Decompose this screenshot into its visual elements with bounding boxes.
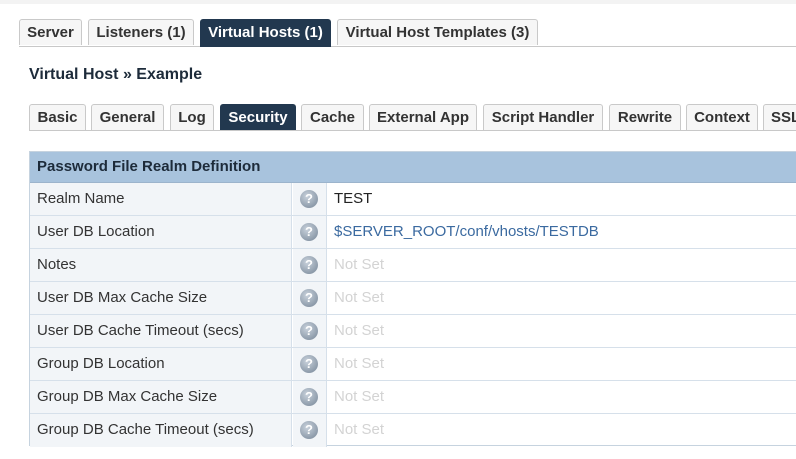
table-row: User DB Max Cache Size ? Not Set — [30, 282, 796, 315]
field-label: Notes — [30, 249, 292, 281]
help-cell: ? — [293, 249, 327, 281]
tab-rewrite[interactable]: Rewrite — [609, 104, 681, 130]
field-label: User DB Max Cache Size — [30, 282, 292, 314]
tab-server[interactable]: Server — [19, 19, 82, 45]
tab-script-handler[interactable]: Script Handler — [483, 104, 603, 130]
sub-tab-bar: Basic General Log Security Cache Externa… — [29, 104, 796, 131]
help-cell: ? — [293, 183, 327, 215]
field-value: Not Set — [334, 256, 385, 273]
tab-context[interactable]: Context — [686, 104, 758, 130]
field-value-link[interactable]: $SERVER_ROOT/conf/vhosts/TESTDB — [334, 216, 599, 248]
field-label: Group DB Location — [30, 348, 292, 380]
panel-title: Password File Realm Definition — [30, 152, 796, 183]
help-cell: ? — [293, 414, 327, 447]
help-cell: ? — [293, 381, 327, 413]
help-cell: ? — [293, 216, 327, 248]
password-file-realm-panel: Password File Realm Definition Realm Nam… — [29, 151, 796, 447]
help-icon[interactable]: ? — [300, 355, 318, 373]
table-row: Group DB Max Cache Size ? Not Set — [30, 381, 796, 414]
field-value: Not Set — [334, 289, 385, 306]
field-label: User DB Location — [30, 216, 292, 248]
tab-virtual-hosts[interactable]: Virtual Hosts (1) — [200, 19, 331, 47]
table-row: User DB Location ? $SERVER_ROOT/conf/vho… — [30, 216, 796, 249]
field-label: Group DB Max Cache Size — [30, 381, 292, 413]
field-label: Realm Name — [30, 183, 292, 215]
tab-listeners[interactable]: Listeners (1) — [88, 19, 194, 45]
tab-ssl[interactable]: SSL — [763, 104, 796, 130]
help-icon[interactable]: ? — [300, 256, 318, 274]
help-icon[interactable]: ? — [300, 421, 318, 439]
tab-security[interactable]: Security — [220, 104, 296, 130]
tab-cache[interactable]: Cache — [301, 104, 364, 130]
top-tab-bar: Server Listeners (1) Virtual Hosts (1) V… — [19, 19, 796, 47]
field-value: Not Set — [334, 322, 385, 339]
help-icon[interactable]: ? — [300, 223, 318, 241]
field-value: Not Set — [334, 355, 385, 372]
help-icon[interactable]: ? — [300, 289, 318, 307]
field-label: User DB Cache Timeout (secs) — [30, 315, 292, 347]
table-row: Notes ? Not Set — [30, 249, 796, 282]
help-cell: ? — [293, 282, 327, 314]
top-strip — [0, 0, 796, 4]
help-icon[interactable]: ? — [300, 190, 318, 208]
tab-basic[interactable]: Basic — [29, 104, 86, 130]
help-icon[interactable]: ? — [300, 388, 318, 406]
table-row: Group DB Location ? Not Set — [30, 348, 796, 381]
table-row: Group DB Cache Timeout (secs) ? Not Set — [30, 414, 796, 447]
tab-external-app[interactable]: External App — [369, 104, 477, 130]
table-row: User DB Cache Timeout (secs) ? Not Set — [30, 315, 796, 348]
table-row: Realm Name ? TEST — [30, 183, 796, 216]
help-cell: ? — [293, 348, 327, 380]
tab-virtual-host-templates[interactable]: Virtual Host Templates (3) — [337, 19, 538, 45]
field-value: Not Set — [334, 421, 385, 438]
page-title: Virtual Host » Example — [29, 66, 203, 83]
tab-log[interactable]: Log — [170, 104, 214, 130]
field-label: Group DB Cache Timeout (secs) — [30, 414, 292, 447]
tab-general[interactable]: General — [91, 104, 164, 130]
help-icon[interactable]: ? — [300, 322, 318, 340]
help-cell: ? — [293, 315, 327, 347]
field-value: Not Set — [334, 388, 385, 405]
field-value: TEST — [334, 190, 373, 207]
